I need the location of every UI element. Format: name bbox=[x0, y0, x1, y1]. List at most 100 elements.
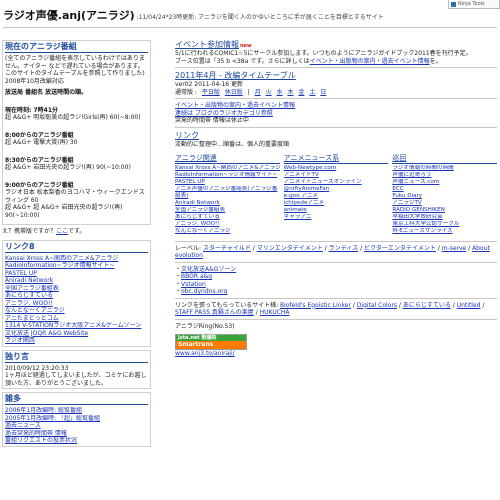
column-link[interactable]: ichipedeアニメ bbox=[284, 200, 389, 207]
holiday-link[interactable]: 休日版 bbox=[225, 89, 243, 96]
notes-section: イベント・出版物の案内・過去イベント情報 連続は ブログのラジオカテゴリ参照 突… bbox=[175, 102, 497, 125]
heading-900: 9:00からのアニラジ番組 bbox=[5, 181, 74, 189]
monologue-title: 独り言 bbox=[5, 352, 148, 363]
site-subtitle: :11/04/24*23時更新: アニラジを聞く人のかゆいところに手が届くことを… bbox=[136, 14, 384, 21]
misc-box: 雑多 2006年1月改編時: 総覧番組 2005年1月改編時: 「超」総覧番組 … bbox=[2, 392, 151, 447]
day-link-mon[interactable]: 月 bbox=[255, 89, 261, 96]
monologue-date: 2010/09/12 23:20:33 bbox=[5, 364, 69, 372]
program-900a: ラジオ日本 松本梨香のヨコハマ・ウィークエンドスウィング 60 bbox=[5, 189, 145, 204]
column-link[interactable]: あにらじすている bbox=[175, 214, 280, 221]
event-info-link[interactable]: イベント・出版物の案内・過去イベント情報 bbox=[175, 102, 497, 110]
monologue-box: 独り言 2010/09/12 23:20:33 1ヶ月ほど経過してしまいましたが… bbox=[2, 349, 151, 389]
misc-link[interactable]: 番組リクエストの投票状況 bbox=[5, 437, 148, 445]
column-link[interactable]: @niftyAnimeFan bbox=[284, 186, 389, 193]
column-link[interactable]: 東京工科大学公認サークル bbox=[392, 221, 497, 228]
misc-link[interactable]: 過去ニュース bbox=[5, 422, 148, 430]
day-link-sun[interactable]: 日 bbox=[320, 89, 326, 96]
day-link-thu[interactable]: 木 bbox=[287, 89, 293, 96]
mobile-link[interactable]: ここ bbox=[56, 228, 68, 235]
left-link[interactable]: 1314 V-STATIONラジオ大阪アニメ&ゲームゾーン bbox=[5, 322, 148, 330]
program-830: 超 A&G+ 岩田光央の超ラジ!(再) 90(~10:00) bbox=[5, 164, 131, 171]
ninja-icon bbox=[451, 1, 456, 7]
left-link[interactable]: Kansai Xross A~関西のアニメ&アニラジ bbox=[5, 255, 148, 263]
left-link[interactable]: RadioInformation~ラジオ情報サイト~ bbox=[5, 262, 148, 270]
event-title[interactable]: イベント参加情報 bbox=[175, 40, 239, 49]
column-link[interactable]: M-Eニュースサンライズ bbox=[392, 228, 497, 235]
column-link[interactable]: 全国アニラジ番組表 bbox=[175, 207, 280, 214]
column-link[interactable]: e-goo アニメ bbox=[284, 193, 389, 200]
site-title[interactable]: ラジオ声優.anj(アニラジ) bbox=[3, 9, 135, 23]
notice-text: 突発的時間帯 情報は休止中 bbox=[175, 117, 249, 124]
column-link[interactable]: ラジオ情報の時間の時間 bbox=[392, 165, 497, 172]
column-link[interactable]: Kansai Xross A~関西のアニメ&アニラジ bbox=[175, 165, 280, 172]
column-link[interactable]: Fuku Diary bbox=[392, 193, 497, 200]
label-link[interactable]: m-serve bbox=[442, 245, 467, 252]
ranking-banner[interactable]: jsta.net 勢議院 Smartrans bbox=[175, 334, 247, 350]
left-link[interactable]: PASTEL UP bbox=[5, 270, 148, 278]
ref-link[interactable]: Digital Colors bbox=[357, 302, 397, 309]
now-on-air-desc: (全てのアニラジ番組を表示しているわけではありません。ナイター などで遅れている… bbox=[5, 55, 145, 85]
bullet-link[interactable]: obc.dyndns.org bbox=[181, 288, 227, 295]
left-link[interactable]: ラジオ関西 bbox=[5, 337, 148, 345]
label-links: レーベル: スターチャイルド / マリンエンタテイメント / ランティス / ビ… bbox=[175, 244, 490, 260]
column-link[interactable]: RADIO GENSHIKEN bbox=[392, 207, 497, 214]
ref-link[interactable]: Untitled bbox=[457, 302, 481, 309]
left-link[interactable]: あにらじすている bbox=[5, 292, 148, 300]
column-link[interactable]: アニメイトTV bbox=[284, 172, 389, 179]
ref-link[interactable]: あにらじすている bbox=[403, 302, 451, 309]
column-link[interactable]: アニメイトニュースオンライン bbox=[284, 179, 389, 186]
site-url-link[interactable]: www.anj3.to/aniraji/ bbox=[175, 350, 497, 358]
label-link[interactable]: ランティス bbox=[329, 245, 359, 252]
column-link[interactable]: アニラジTV bbox=[392, 200, 497, 207]
column-link[interactable]: なんとなーくアニラジ bbox=[175, 228, 280, 235]
column-link[interactable]: Aniradi Network bbox=[175, 200, 280, 207]
left-link[interactable]: なんとなーくアニラジ bbox=[5, 307, 148, 315]
now-on-air-order: 放送局 番組名 放送時間の順。 bbox=[5, 89, 88, 96]
weekday-link[interactable]: 平日版 bbox=[202, 89, 220, 96]
column-link[interactable]: ECC bbox=[392, 186, 497, 193]
misc-link[interactable]: 過去突発的時間帯 情報 bbox=[5, 430, 148, 438]
left-sidebar: 現在のアニラジ番組 (全てのアニラジ番組を表示しているわけではありません。ナイタ… bbox=[2, 40, 151, 500]
ninja-tools-badge[interactable]: Ninja Tools bbox=[448, 0, 500, 9]
ref-link[interactable]: Biofeld's Egoistic Linker bbox=[280, 302, 351, 309]
column-link[interactable]: RadioInformation~ラジオ情報サイト~ bbox=[175, 172, 280, 179]
day-link-tue[interactable]: 火 bbox=[266, 89, 272, 96]
column-link[interactable]: キャラアニ bbox=[284, 214, 389, 221]
label-link[interactable]: マリンエンタテイメント bbox=[257, 245, 323, 252]
event-link[interactable]: イベント・出版物の案内・過去イベント情報 bbox=[310, 58, 430, 65]
label-link[interactable]: ビクターエンタテイメント bbox=[364, 245, 436, 252]
timetable-title[interactable]: 2011年4月 - 改編タイムテーブル bbox=[175, 71, 497, 81]
timetable-links: 通常版 : 平日版 休日版 | 月 火 水 木 金 土 日 bbox=[175, 88, 327, 96]
column-link[interactable]: 声優ニュース.com bbox=[392, 179, 497, 186]
left-link[interactable]: 全国アニラジ番組表 bbox=[5, 285, 148, 293]
blog-link[interactable]: 連続は ブログのラジオカテゴリ参照 bbox=[175, 110, 497, 118]
misc-link[interactable]: 2005年1月改編時: 「超」総覧番組 bbox=[5, 415, 148, 423]
now-on-air-box: 現在のアニラジ番組 (全てのアニラジ番組を表示しているわけではありません。ナイタ… bbox=[2, 40, 151, 225]
day-link-fri[interactable]: 金 bbox=[298, 89, 304, 96]
column-link[interactable]: PASTEL UP bbox=[175, 179, 280, 186]
monologue-text: 1ヶ月ほど経過してしまいましたが、コミケにお越し頂いた方、ありがとうございました… bbox=[5, 372, 147, 387]
column-link[interactable]: animate bbox=[284, 207, 389, 214]
column-link[interactable]: 声優に近寄ろう bbox=[392, 172, 497, 179]
column-link[interactable]: 早稲田大学放研究会 bbox=[392, 214, 497, 221]
mobile-notice: え？携帯版ですか？ここです。 bbox=[2, 228, 86, 235]
day-link-wed[interactable]: 水 bbox=[277, 89, 283, 96]
left-link[interactable]: Aniradi Network bbox=[5, 277, 148, 285]
day-link-sat[interactable]: 土 bbox=[309, 89, 315, 96]
left-link[interactable]: アニラジ, WOO!! bbox=[5, 300, 148, 308]
column-link[interactable]: Web-Newtype.com bbox=[284, 165, 389, 172]
site-header: ラジオ声優.anj(アニラジ) :11/04/24*23時更新: アニラジを聞く… bbox=[3, 9, 497, 28]
ref-link[interactable]: HUKUCHA bbox=[260, 309, 290, 316]
link-columns: アニラジ関連 Kansai Xross A~関西のアニメ&アニラジ RadioI… bbox=[175, 154, 498, 235]
ref-link[interactable]: STAFF PASS 真鍋さんの楽屋 bbox=[175, 309, 254, 316]
column-link[interactable]: アニラジ, WOO!! bbox=[175, 221, 280, 228]
label-link[interactable]: スターチャイルド bbox=[203, 245, 251, 252]
misc-link[interactable]: 2006年1月改編時: 総覧番組 bbox=[5, 407, 148, 415]
left-link[interactable]: 文化放送 JOQR A&G WebSite bbox=[5, 330, 148, 338]
bullet-link[interactable]: BBOR a&g bbox=[181, 273, 212, 280]
now-on-air-title: 現在のアニラジ番組 bbox=[5, 42, 148, 53]
left-link[interactable]: アニたまどっとコム bbox=[5, 315, 148, 323]
bullet-link[interactable]: 文化放送A&Gゾーン bbox=[181, 266, 236, 273]
bullet-link[interactable]: Vstation bbox=[181, 281, 206, 288]
column-link[interactable]: アニメ声優のアニラジ番組表(アニラジ番組表) bbox=[175, 186, 280, 200]
